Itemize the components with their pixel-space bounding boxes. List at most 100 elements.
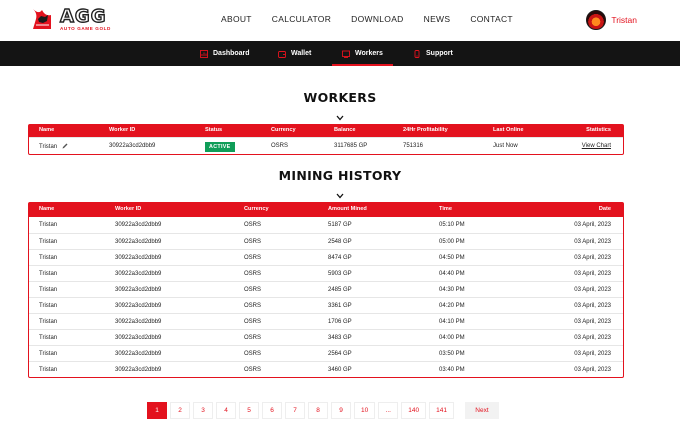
row-amount-mined: 8474 GP xyxy=(328,255,352,261)
table-row: Tristan 30922a3cd2dbb9 OSRS 8474 GP 04:50 PM… xyxy=(29,249,623,265)
row-date: 03 April, 2023 xyxy=(574,319,611,325)
wallet-icon xyxy=(278,50,286,58)
page-button-10[interactable]: 10 xyxy=(354,402,376,419)
row-worker-id: 30922a3cd2dbb9 xyxy=(115,351,162,357)
top-nav: ABOUT CALCULATOR DOWNLOAD NEWS CONTACT xyxy=(221,14,533,24)
nav-download[interactable]: DOWNLOAD xyxy=(351,14,403,24)
subnav-dashboard-label: Dashboard xyxy=(213,50,250,57)
row-time: 03:40 PM xyxy=(439,367,465,373)
subnav-workers-label: Workers xyxy=(355,50,383,57)
page-button-4[interactable]: 4 xyxy=(216,402,236,419)
workers-table: Name Worker ID Status Currency Balance 2… xyxy=(28,124,624,155)
table-row: Tristan 30922a3cd2dbb9 OSRS 3361 GP 04:20 PM… xyxy=(29,297,623,313)
subnav-support-label: Support xyxy=(426,50,453,57)
row-currency: OSRS xyxy=(244,255,262,261)
row-name: Tristan xyxy=(39,287,58,293)
row-name: Tristan xyxy=(39,335,58,341)
row-name: Tristan xyxy=(39,255,58,261)
row-worker-id: 30922a3cd2dbb9 xyxy=(115,319,162,325)
hcol-time: Time xyxy=(439,206,452,212)
row-worker-id: 30922a3cd2dbb9 xyxy=(115,335,162,341)
table-row: Tristan 30922a3cd2dbb9 OSRS 5903 GP 04:40 PM… xyxy=(29,265,623,281)
page-button-8[interactable]: 8 xyxy=(308,402,328,419)
row-date: 03 April, 2023 xyxy=(574,303,611,309)
row-time: 04:20 PM xyxy=(439,303,465,309)
nav-news[interactable]: NEWS xyxy=(424,14,451,24)
pagination-pages: 1 2 3 4 5 6 7 8 9 10... 140 141 xyxy=(147,402,457,419)
row-amount-mined: 3483 GP xyxy=(328,335,352,341)
row-date: 03 April, 2023 xyxy=(574,335,611,341)
row-currency: OSRS xyxy=(244,335,262,341)
row-name: Tristan xyxy=(39,367,58,373)
nav-about[interactable]: ABOUT xyxy=(221,14,252,24)
row-amount-mined: 2548 GP xyxy=(328,239,352,245)
pencil-icon[interactable] xyxy=(62,143,68,149)
col-statistics: Statistics xyxy=(586,127,611,133)
row-time: 04:10 PM xyxy=(439,319,465,325)
table-row: Tristan 30922a3cd2dbb9 OSRS 5187 GP 05:10 PM… xyxy=(29,217,623,233)
page-button-5[interactable]: 5 xyxy=(239,402,259,419)
subnav-support[interactable]: Support xyxy=(413,41,453,66)
subnav-workers[interactable]: Workers xyxy=(332,41,393,66)
nav-contact[interactable]: CONTACT xyxy=(470,14,513,24)
dashboard-icon xyxy=(200,49,208,58)
brand-logo[interactable]: AGG AUTO GAME GOLD xyxy=(30,6,111,32)
row-amount-mined: 3361 GP xyxy=(328,303,352,309)
nav-calculator[interactable]: CALCULATOR xyxy=(272,14,331,24)
row-worker-id: 30922a3cd2dbb9 xyxy=(115,367,162,373)
worker-name: Tristan xyxy=(39,143,68,150)
col-name: Name xyxy=(39,127,55,133)
row-worker-id: 30922a3cd2dbb9 xyxy=(115,271,162,277)
row-name: Tristan xyxy=(39,271,58,277)
col-status: Status xyxy=(205,127,223,133)
table-row: Tristan 30922a3cd2dbb9 OSRS 1706 GP 04:10 PM… xyxy=(29,313,623,329)
row-time: 03:50 PM xyxy=(439,351,465,357)
row-amount-mined: 2564 GP xyxy=(328,351,352,357)
row-currency: OSRS xyxy=(244,271,262,277)
worker-id: 30922a3cd2dbb9 xyxy=(109,143,156,149)
mining-history-table: Name Worker ID Currency Amount Mined Tim… xyxy=(28,202,624,378)
table-row: Tristan 30922a3cd2dbb9 OSRS 3460 GP 03:40 PM… xyxy=(29,361,623,377)
user-menu[interactable]: Tristan xyxy=(586,10,637,30)
hcol-amount-mined: Amount Mined xyxy=(328,206,367,212)
row-amount-mined: 5187 GP xyxy=(328,222,352,228)
page-button-2[interactable]: 2 xyxy=(170,402,190,419)
row-currency: OSRS xyxy=(244,319,262,325)
brand-subtitle: AUTO GAME GOLD xyxy=(60,25,111,31)
dashboard-nav: Dashboard Wallet Workers Support xyxy=(0,41,680,66)
row-worker-id: 30922a3cd2dbb9 xyxy=(115,303,162,309)
view-chart-link[interactable]: View Chart xyxy=(582,143,611,149)
row-worker-id: 30922a3cd2dbb9 xyxy=(115,239,162,245)
page-button-6[interactable]: 6 xyxy=(262,402,282,419)
row-amount-mined: 1706 GP xyxy=(328,319,352,325)
table-row: Tristan 30922a3cd2dbb9 OSRS 3483 GP 04:00 PM… xyxy=(29,329,623,345)
row-date: 03 April, 2023 xyxy=(574,271,611,277)
row-date: 03 April, 2023 xyxy=(574,239,611,245)
subnav-wallet[interactable]: Wallet xyxy=(278,41,311,66)
col-last-online: Last Online xyxy=(493,127,524,133)
row-currency: OSRS xyxy=(244,303,262,309)
top-header: AGG AUTO GAME GOLD ABOUT CALCULATOR DOWN… xyxy=(0,0,680,41)
page-button-140[interactable]: 140 xyxy=(401,402,427,419)
row-name: Tristan xyxy=(39,239,58,245)
table-row: Tristan 30922a3cd2dbb9 OSRS 2485 GP 04:30 PM… xyxy=(29,281,623,297)
subnav-dashboard[interactable]: Dashboard xyxy=(200,41,250,66)
table-row: Tristan 30922a3cd2dbb9 ACTIVE OSRS 31176… xyxy=(29,137,623,154)
row-date: 03 April, 2023 xyxy=(574,287,611,293)
table-row: Tristan 30922a3cd2dbb9 OSRS 2548 GP 05:00 PM… xyxy=(29,233,623,249)
hcol-currency: Currency xyxy=(244,206,269,212)
page-button-141[interactable]: 141 xyxy=(429,402,454,419)
page-button-3[interactable]: 3 xyxy=(193,402,213,419)
table-row: Tristan 30922a3cd2dbb9 OSRS 2564 GP 03:50 PM… xyxy=(29,345,623,361)
row-currency: OSRS xyxy=(244,367,262,373)
avatar[interactable] xyxy=(586,10,607,30)
pagination: 1 2 3 4 5 6 7 8 9 10... 140 141 Next xyxy=(147,402,502,419)
next-page-button[interactable]: Next xyxy=(464,402,499,419)
page-button-1[interactable]: 1 xyxy=(147,402,167,419)
page-button-9[interactable]: 9 xyxy=(331,402,351,419)
row-time: 04:50 PM xyxy=(439,255,465,261)
status-badge: ACTIVE xyxy=(205,142,235,152)
user-name[interactable]: Tristan xyxy=(611,15,637,25)
row-amount-mined: 3460 GP xyxy=(328,367,352,373)
page-button-7[interactable]: 7 xyxy=(285,402,305,419)
